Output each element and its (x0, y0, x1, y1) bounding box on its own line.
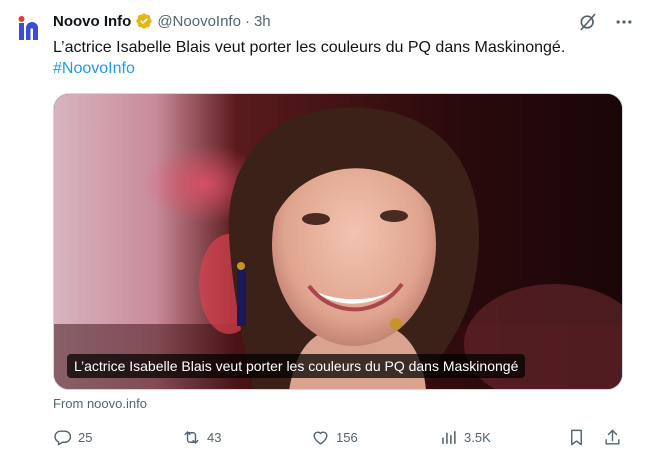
retweet-icon (184, 431, 199, 444)
reply-count: 25 (78, 430, 93, 445)
bookmark-icon (571, 429, 582, 446)
reply-icon (54, 430, 72, 446)
author-handle[interactable]: @NoovoInfo (157, 13, 241, 30)
grok-icon[interactable] (577, 11, 599, 33)
tweet-header: Noovo Info @NoovoInfo · 3h (53, 11, 271, 31)
timestamp[interactable]: 3h (254, 13, 271, 30)
bookmark-button[interactable] (567, 428, 586, 447)
tweet-body: L’actrice Isabelle Blais veut porter les… (53, 39, 566, 56)
noovo-logo-icon (18, 16, 38, 40)
media-caption: L’actrice Isabelle Blais veut porter les… (67, 354, 526, 378)
separator-dot: · (244, 12, 250, 30)
media-card[interactable]: L’actrice Isabelle Blais veut porter les… (53, 93, 623, 390)
more-icon[interactable] (613, 11, 635, 33)
avatar[interactable] (10, 10, 50, 50)
like-button[interactable]: 156 (311, 428, 358, 447)
share-button[interactable] (603, 428, 622, 447)
views-icon (442, 431, 456, 444)
author-name[interactable]: Noovo Info (53, 13, 131, 30)
heart-icon (313, 431, 328, 445)
tweet-top-actions (577, 11, 635, 33)
retweet-button[interactable]: 43 (182, 428, 221, 447)
views-count: 3.5K (464, 430, 491, 445)
views-button[interactable]: 3.5K (439, 428, 491, 447)
hashtag-link[interactable]: #NoovoInfo (53, 58, 633, 79)
like-count: 156 (336, 430, 358, 445)
tweet[interactable]: Noovo Info @NoovoInfo · 3h L’actrice Isa… (0, 0, 663, 463)
share-icon (605, 429, 620, 445)
tweet-text: L’actrice Isabelle Blais veut porter les… (53, 37, 633, 79)
tweet-actions: 25 43 156 3.5K (53, 428, 633, 450)
verified-badge-icon[interactable] (135, 12, 153, 30)
source-link[interactable]: From noovo.info (53, 396, 147, 411)
media-photo (54, 94, 622, 389)
retweet-count: 43 (207, 430, 222, 445)
reply-button[interactable]: 25 (53, 428, 92, 447)
